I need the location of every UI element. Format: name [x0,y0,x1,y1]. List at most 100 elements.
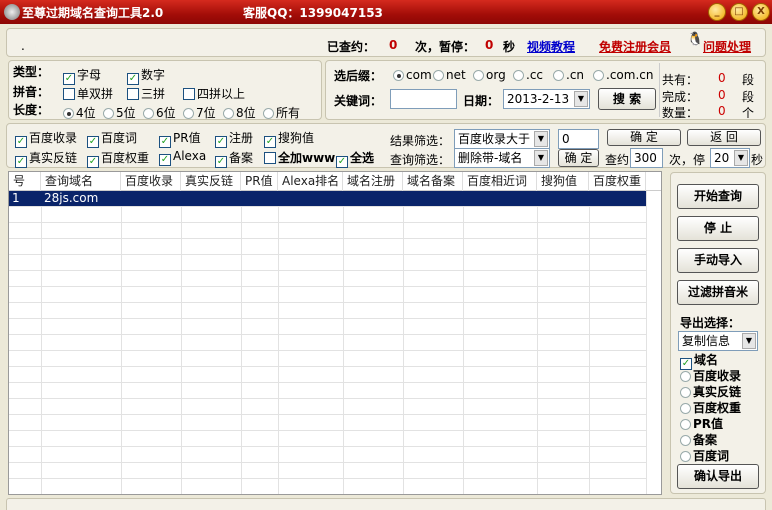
dropdown-arrow-icon[interactable]: ▼ [742,333,756,349]
column-header[interactable]: 百度权重 [589,172,646,191]
minimize-button[interactable]: _ [708,3,726,21]
table-header: 号查询域名 百度收录 真实反链 PR值 Alexa排名 域名注册 域名备案 百度相近词 搜狗值百… [9,172,661,191]
query-filter-confirm-button[interactable]: 确 定 [558,149,599,167]
length-8-radio[interactable]: 8位 [223,104,256,121]
status-panel: . 已查约： 0 次，暂停： 0 秒 视频教程 免费注册会员 🐧 问题处理 [6,28,766,57]
manual-import-button[interactable]: 手动导入 [677,248,759,273]
pause-count: 0 [485,38,494,52]
column-header[interactable]: PR值 [241,172,278,191]
export-field-option[interactable]: 百度词 [680,447,729,464]
opt-baidu-index[interactable]: ✓ 百度收录 [15,129,77,148]
batch-size-input[interactable]: 300 [630,148,663,168]
column-header[interactable]: 域名注册 [343,172,403,191]
dropdown-arrow-icon[interactable]: ▼ [734,150,748,166]
keyword-input[interactable] [390,89,457,109]
result-filter-confirm-button[interactable]: 确 定 [607,129,681,146]
length-4-radio[interactable]: 4位 [63,104,96,121]
radio-label: net [446,68,466,82]
queried-count: 0 [389,38,398,52]
column-header[interactable]: 号 [9,172,41,191]
length-7-radio[interactable]: 7位 [183,104,216,121]
column-header[interactable]: 百度相近词 [463,172,537,191]
table-row[interactable]: 1 28js.com [9,191,646,206]
export-field-option[interactable]: 备案 [680,431,717,448]
length-all-radio[interactable]: 所有 [263,104,300,121]
start-query-button[interactable]: 开始查询 [677,184,759,209]
export-mode-select[interactable]: 复制信息 ▼ [678,331,758,351]
result-filter-input[interactable]: 0 [558,129,599,149]
close-button[interactable]: X [752,3,770,21]
stop-button[interactable]: 停 止 [677,216,759,241]
suffix-cn-radio[interactable]: .cn [553,68,584,82]
column-header[interactable]: 查询域名 [41,172,121,191]
radio-icon [680,451,691,462]
suffix-comcn-radio[interactable]: .com.cn [593,68,653,82]
column-header[interactable]: 搜狗值 [537,172,589,191]
filter-pinyin-button[interactable]: 过滤拼音米 [677,280,759,305]
pinyin-four-checkbox[interactable]: 四拼以上 [183,85,245,102]
radio-label: .com.cn [606,68,654,82]
opt-baidu-weight[interactable]: ✓ 百度权重 [87,149,149,168]
dropdown-arrow-icon[interactable]: ▼ [574,91,588,107]
select-value: 20 [714,151,730,165]
suffix-cc-radio[interactable]: .cc [513,68,543,82]
help-link[interactable]: 问题处理 [703,38,751,55]
radio-label: 5位 [116,106,136,120]
search-button[interactable]: 搜 索 [598,88,656,110]
column-header[interactable]: Alexa排名 [278,172,343,191]
date-value: 2013-2-13 [507,92,570,106]
checkbox-label: 三拼 [141,87,166,101]
opt-select-all[interactable]: ✓ 全选 [336,149,374,168]
date-picker[interactable]: 2013-2-13 ▼ [503,89,590,109]
checkbox-label: 注册 [229,131,254,145]
length-5-radio[interactable]: 5位 [103,104,136,121]
video-tutorial-link[interactable]: 视频教程 [527,38,575,55]
dropdown-arrow-icon[interactable]: ▼ [534,150,548,166]
per-label: 查约 [605,153,630,167]
opt-add-www[interactable]: 全加www [264,149,335,166]
opt-pr[interactable]: ✓ PR值 [159,129,201,148]
check-icon: ✓ [127,73,139,85]
pinyin-triple-checkbox[interactable]: 三拼 [127,85,165,102]
radio-icon [680,371,691,382]
suffix-net-radio[interactable]: net [433,68,466,82]
checkbox-label: Alexa [173,149,207,163]
result-filter-select[interactable]: 百度收录大于 ▼ [454,129,550,149]
table-cell: 28js.com [44,191,99,205]
maximize-button[interactable]: □ [730,3,748,21]
column-header[interactable]: 真实反链 [181,172,241,191]
option-label: 百度词 [693,449,730,463]
column-header[interactable]: 域名备案 [403,172,463,191]
radio-label: 4位 [76,106,96,120]
support-qq: 客服QQ：1399047153 [243,6,383,20]
opt-baidu-word[interactable]: ✓ 百度词 [87,129,137,148]
suffix-org-radio[interactable]: org [473,68,506,82]
suffix-com-radio[interactable]: com [393,68,432,82]
export-field-option[interactable]: PR值 [680,415,723,432]
column-header[interactable]: 百度收录 [121,172,181,191]
domain-filter-panel: 类型： ✓ 字母 ✓ 数字 拼音： 单双拼 三拼 四拼以上 长度： 4位 5位 6位… [8,60,322,120]
checkbox-label: 真实反链 [29,151,78,165]
dropdown-arrow-icon[interactable]: ▼ [534,131,548,147]
type-letter-checkbox[interactable]: ✓ 字母 [63,66,101,85]
checkbox-label: 搜狗值 [278,131,315,145]
radio-icon [680,387,691,398]
export-field-option[interactable]: 百度权重 [680,399,741,416]
opt-alexa[interactable]: ✓ Alexa [159,149,206,166]
opt-register[interactable]: ✓ 注册 [215,129,253,148]
register-link[interactable]: 免费注册会员 [599,38,671,55]
opt-sogou[interactable]: ✓ 搜狗值 [264,129,314,148]
length-6-radio[interactable]: 6位 [143,104,176,121]
radio-icon [680,403,691,414]
export-field-option[interactable]: 真实反链 [680,383,741,400]
opt-icp[interactable]: ✓ 备案 [215,149,253,168]
opt-backlinks[interactable]: ✓ 真实反链 [15,149,77,168]
back-button[interactable]: 返 回 [687,129,761,146]
query-filter-select[interactable]: 删除带-域名 ▼ [454,148,550,168]
pinyin-double-checkbox[interactable]: 单双拼 [63,85,113,102]
stop-select[interactable]: 20 ▼ [710,148,750,168]
type-digit-checkbox[interactable]: ✓ 数字 [127,66,165,85]
results-table[interactable]: 号查询域名 百度收录 真实反链 PR值 Alexa排名 域名注册 域名备案 百度相近词 搜狗值百… [8,171,662,495]
export-field-option[interactable]: 百度收录 [680,367,741,384]
confirm-export-button[interactable]: 确认导出 [677,464,759,489]
